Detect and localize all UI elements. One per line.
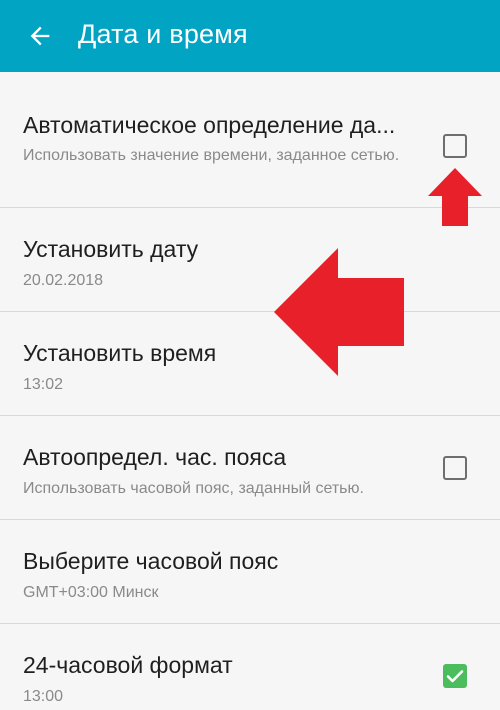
back-button[interactable]	[18, 14, 62, 58]
setting-title: Автоопредел. час. пояса	[23, 444, 287, 470]
checkmark-icon	[446, 670, 464, 683]
auto-datetime-checkbox[interactable]	[443, 134, 467, 158]
app-bar: Дата и время	[0, 0, 500, 72]
setting-title: Выберите часовой пояс	[23, 548, 279, 574]
setting-title: 24-часовой формат	[23, 652, 233, 678]
setting-subtitle: 20.02.2018	[23, 272, 104, 289]
setting-select-timezone[interactable]: Выберите часовой пояс GMT+03:00 Минск	[0, 520, 500, 624]
auto-timezone-checkbox[interactable]	[443, 456, 467, 480]
setting-subtitle: GMT+03:00 Минск	[23, 584, 159, 601]
page-title: Дата и время	[78, 19, 248, 49]
arrow-left-big-icon	[274, 248, 404, 376]
setting-24h-format[interactable]: 24-часовой формат 13:00	[0, 624, 500, 710]
24h-format-checkbox[interactable]	[443, 664, 467, 688]
setting-title: Автоматическое определение да...	[23, 112, 396, 138]
setting-set-time[interactable]: Установить время 13:02	[0, 312, 500, 416]
screen: Дата и время Автоматическое определение …	[0, 0, 500, 710]
setting-subtitle: Использовать значение времени, заданное …	[23, 147, 400, 164]
setting-title: Установить время	[23, 340, 217, 366]
arrow-up-icon	[428, 168, 482, 226]
arrow-left-icon	[30, 26, 50, 46]
setting-subtitle: 13:02	[23, 376, 64, 393]
setting-subtitle: Использовать часовой пояс, заданный сеть…	[23, 480, 364, 497]
setting-set-date[interactable]: Установить дату 20.02.2018	[0, 208, 500, 312]
setting-auto-datetime[interactable]: Автоматическое определение да... Использ…	[0, 72, 500, 208]
setting-auto-timezone[interactable]: Автоопредел. час. пояса Использовать час…	[0, 416, 500, 520]
setting-title: Установить дату	[23, 236, 199, 262]
setting-subtitle: 13:00	[23, 688, 64, 705]
